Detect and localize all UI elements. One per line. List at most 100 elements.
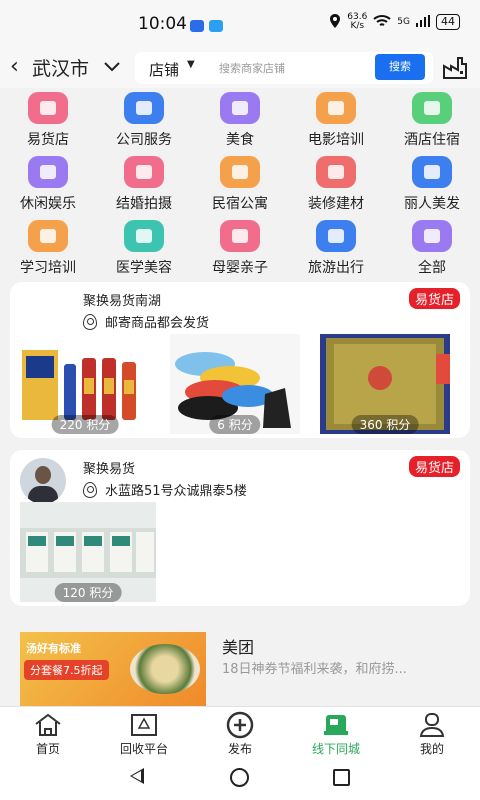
category-grid: 易货店 公司服务 美食 电影培训 酒店住宿休闲娱乐 结婚拍摄 民宿公寓 装修建材 丽人美发学习培… [0, 90, 480, 278]
category-icon [124, 92, 164, 124]
chevron-down-icon[interactable] [104, 57, 120, 76]
category-label: 结婚拍摄 [116, 196, 172, 212]
category-item[interactable]: 医学美容 [96, 218, 192, 278]
product-item[interactable]: 6 积分 [170, 334, 300, 434]
product-points: 360 积分 [351, 415, 419, 434]
message-app-icon [209, 20, 223, 32]
category-label: 母婴亲子 [212, 260, 268, 276]
nav-back-icon[interactable] [130, 768, 144, 784]
tab-home[interactable]: 首页 [0, 707, 96, 758]
category-label: 休闲娱乐 [20, 196, 76, 212]
location-icon [329, 13, 341, 31]
category-label: 装修建材 [308, 196, 364, 212]
user-icon [418, 712, 446, 738]
category-label: 美食 [226, 132, 254, 148]
notification-app-icon [190, 20, 204, 32]
category-label: 医学美容 [116, 260, 172, 276]
store-type-badge: 易货店 [408, 288, 460, 309]
category-item[interactable]: 酒店住宿 [384, 90, 480, 150]
promo-listing[interactable]: 汤好有标准 分套餐7.5折起 美团 18日神券节福利来袭，和府捞... [0, 618, 480, 706]
store-location-text: 邮寄商品都会发货 [105, 316, 210, 331]
category-item[interactable]: 全部 [384, 218, 480, 278]
bottom-tab-bar: 首页 回收平台 发布 线下同城 我的 [0, 706, 480, 758]
store-location: 水蓝路51号众诚鼎泰5楼 [83, 480, 247, 499]
store-card[interactable]: 聚换易货 易货店 水蓝路51号众诚鼎泰5楼 120 积分 [10, 450, 470, 606]
promo-image: 汤好有标准 分套餐7.5折起 [20, 632, 206, 706]
store-name: 聚换易货南湖 [83, 294, 162, 309]
tab-recycle[interactable]: 回收平台 [96, 707, 192, 758]
category-item[interactable]: 旅游出行 [288, 218, 384, 278]
tab-mine[interactable]: 我的 [384, 707, 480, 758]
category-item[interactable]: 母婴亲子 [192, 218, 288, 278]
category-icon [220, 220, 260, 252]
promo-description: 18日神券节福利来袭，和府捞... [222, 662, 407, 677]
tab-publish[interactable]: 发布 [192, 707, 288, 758]
category-item[interactable]: 易货店 [0, 90, 96, 150]
category-icon [28, 92, 68, 124]
category-icon [316, 92, 356, 124]
category-label: 旅游出行 [308, 260, 364, 276]
category-item[interactable]: 丽人美发 [384, 154, 480, 214]
category-icon [412, 156, 452, 188]
status-bar: 10:04 63.6 K/s 5G 44 [0, 0, 480, 48]
store-location-text: 水蓝路51号众诚鼎泰5楼 [105, 484, 247, 499]
network-speed: 63.6 K/s [347, 12, 368, 31]
category-label: 电影培训 [308, 132, 364, 148]
status-indicators: 63.6 K/s 5G 44 [329, 13, 460, 31]
signal-icon [416, 14, 430, 30]
category-icon [316, 220, 356, 252]
nav-recents-icon[interactable] [333, 769, 350, 786]
promo-title: 美团 [222, 638, 255, 657]
system-nav-bar [0, 758, 480, 800]
status-time: 10:04 [138, 14, 187, 34]
category-item[interactable]: 民宿公寓 [192, 154, 288, 214]
category-label: 学习培训 [20, 260, 76, 276]
product-points: 220 积分 [51, 415, 119, 434]
category-label: 酒店住宿 [404, 132, 460, 148]
tab-offline[interactable]: 线下同城 [288, 707, 384, 758]
top-header: ‹ 武汉市 店铺 ▼ 搜索 [0, 48, 480, 88]
category-item[interactable]: 美食 [192, 90, 288, 150]
caret-down-icon[interactable]: ▼ [187, 59, 195, 70]
category-item[interactable]: 结婚拍摄 [96, 154, 192, 214]
category-label: 全部 [418, 260, 446, 276]
chevron-left-icon[interactable]: ‹ [10, 54, 19, 79]
search-button[interactable]: 搜索 [375, 54, 425, 80]
promo-image-top-text: 汤好有标准 [26, 642, 81, 655]
nav-home-icon[interactable] [230, 768, 249, 787]
category-item[interactable]: 休闲娱乐 [0, 154, 96, 214]
product-item[interactable]: 220 积分 [20, 334, 150, 434]
product-points: 6 积分 [209, 415, 261, 434]
product-points: 120 积分 [54, 583, 122, 602]
wifi-icon [373, 14, 391, 31]
product-item[interactable]: 360 积分 [320, 334, 450, 434]
category-item[interactable]: 学习培训 [0, 218, 96, 278]
category-icon [412, 220, 452, 252]
battery-indicator: 44 [436, 14, 460, 30]
category-icon [316, 156, 356, 188]
store-type-badge: 易货店 [408, 456, 460, 477]
factory-icon[interactable] [442, 54, 470, 80]
category-item[interactable]: 装修建材 [288, 154, 384, 214]
promo-image-banner: 分套餐7.5折起 [24, 660, 109, 680]
search-input[interactable] [219, 57, 369, 79]
category-item[interactable]: 公司服务 [96, 90, 192, 150]
category-icon [28, 220, 68, 252]
category-label: 易货店 [27, 132, 69, 148]
category-label: 公司服务 [116, 132, 172, 148]
category-label: 丽人美发 [404, 196, 460, 212]
category-icon [412, 92, 452, 124]
store-card[interactable]: 聚换易货南湖 易货店 邮寄商品都会发货 220 积分 6 积分 360 积分 [10, 282, 470, 438]
plus-circle-icon [226, 711, 254, 739]
category-icon [220, 92, 260, 124]
category-item[interactable]: 电影培训 [288, 90, 384, 150]
store-name: 聚换易货 [83, 462, 136, 477]
product-item[interactable]: 120 积分 [20, 502, 156, 602]
location-pin-icon [83, 481, 97, 498]
category-icon [124, 156, 164, 188]
offline-store-icon [322, 712, 350, 738]
city-selector[interactable]: 武汉市 [32, 54, 89, 81]
search-type-dropdown[interactable]: 店铺 [149, 59, 179, 80]
category-icon [28, 156, 68, 188]
category-label: 民宿公寓 [212, 196, 268, 212]
